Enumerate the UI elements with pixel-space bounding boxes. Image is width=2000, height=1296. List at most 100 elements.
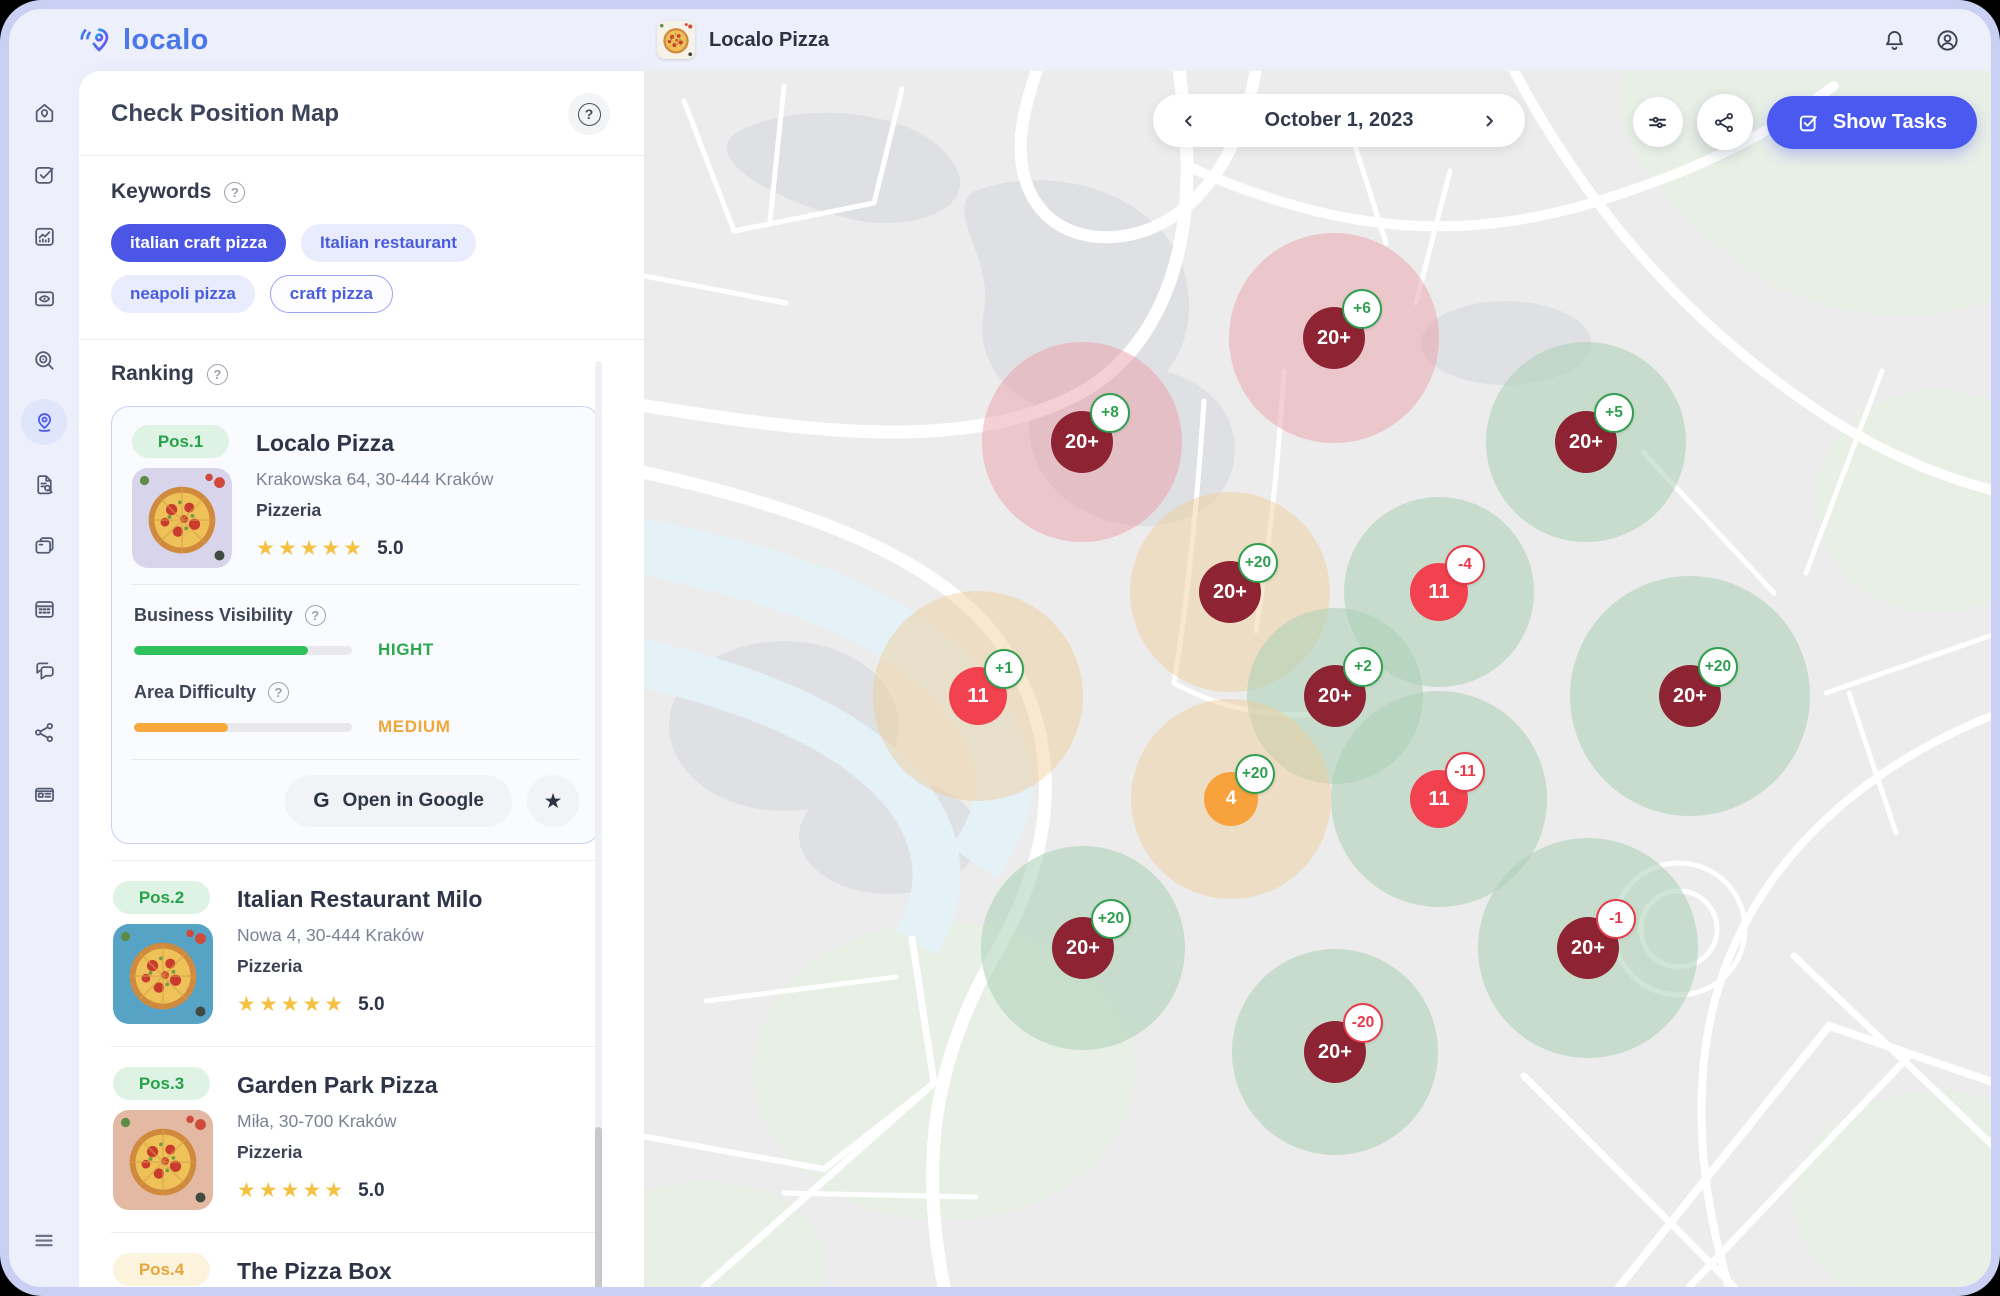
ranking-item-address: Krakowska 64, 30-444 Kraków (256, 469, 579, 490)
page-help-icon[interactable] (568, 93, 610, 135)
map-marker-13[interactable]: 20+-20 (1304, 1021, 1366, 1083)
ranking-item-name: Localo Pizza (256, 430, 579, 457)
marker-position-value: 20+ (1065, 431, 1099, 454)
marker-delta-badge: -1 (1596, 899, 1636, 939)
business-header: Localo Pizza (657, 9, 829, 71)
main-content: Check Position Map Keywords italian craf… (9, 71, 1991, 1287)
map-marker-8[interactable]: 20++20 (1659, 665, 1721, 727)
marker-delta-badge: +20 (1698, 647, 1738, 687)
page-title: Check Position Map (111, 100, 339, 128)
sidebar-item-citations[interactable] (21, 771, 67, 817)
ranking-item-3[interactable]: Pos.3Garden Park PizzaMiła, 30-700 Krakó… (111, 1046, 600, 1232)
keyword-chip-1[interactable]: italian craft pizza (111, 224, 286, 262)
open-in-google-button[interactable]: GOpen in Google (285, 775, 512, 827)
menu-button[interactable] (21, 1217, 67, 1263)
filter-button[interactable] (1633, 97, 1683, 147)
visibility-icon (32, 286, 57, 311)
sidebar-item-posts[interactable] (21, 523, 67, 569)
map-actions: Show Tasks (1633, 94, 1977, 150)
star-rating-icons: ★★★★★ (237, 992, 346, 1017)
map-marker-1[interactable]: 20++6 (1303, 307, 1365, 369)
position-badge: Pos.3 (113, 1067, 210, 1100)
sidebar-item-tasks[interactable] (21, 151, 67, 197)
map-marker-5[interactable]: 11-4 (1410, 563, 1468, 621)
ranking-item-category: Pizzeria (256, 500, 579, 521)
sidebar-item-visibility[interactable] (21, 275, 67, 321)
keyword-research-icon (32, 348, 57, 373)
rating-value: 5.0 (358, 994, 384, 1016)
panel-scrollbar-thumb[interactable] (595, 1127, 602, 1287)
marker-delta-badge: -4 (1445, 545, 1485, 585)
marker-position-value: 20+ (1066, 937, 1100, 960)
marker-position-value: 20+ (1569, 431, 1603, 454)
date-label: October 1, 2023 (1265, 109, 1414, 132)
marker-position-value: 20+ (1673, 685, 1707, 708)
map-marker-10[interactable]: 11-11 (1410, 770, 1468, 828)
checkbox-icon (1797, 111, 1820, 134)
ranking-item-1[interactable]: Pos.1 Localo Pizza Krakowska 64, 30-444 Kr… (111, 406, 600, 844)
map-marker-3[interactable]: 20++5 (1555, 411, 1617, 473)
menu-icon (31, 1227, 57, 1253)
rating-row: ★★★★★ 5.0 (237, 992, 598, 1017)
keyword-chip-3[interactable]: neapoli pizza (111, 275, 255, 313)
position-badge: Pos.1 (132, 425, 229, 458)
prev-date-button[interactable] (1177, 109, 1201, 133)
sidebar-item-share[interactable] (21, 709, 67, 755)
map-marker-4[interactable]: 20++20 (1199, 561, 1261, 623)
map-marker-11[interactable]: 20++20 (1052, 917, 1114, 979)
visibility-bar (134, 646, 352, 655)
app-logo[interactable]: localo (77, 9, 209, 71)
map-marker-7[interactable]: 20++2 (1304, 665, 1366, 727)
ranking-item-4[interactable]: Pos.4The Pizza BoxAddress (111, 1232, 600, 1287)
posts-icon (32, 534, 57, 559)
sidebar-item-position-map[interactable] (21, 399, 67, 445)
rating-row: ★★★★★5.0 (237, 1178, 598, 1203)
keywords-help-icon[interactable] (224, 182, 245, 203)
marker-position-value: 20+ (1318, 685, 1352, 708)
position-badge: Pos.2 (113, 881, 210, 914)
map-marker-12[interactable]: 20+-1 (1557, 917, 1619, 979)
localo-pin-icon (77, 22, 114, 59)
rating-value: 5.0 (377, 538, 403, 560)
ranking-list: Pos.1 Localo Pizza Krakowska 64, 30-444 Kr… (111, 406, 600, 1287)
ranking-item-2[interactable]: Pos.2Italian Restaurant MiloNowa 4, 30-4… (111, 860, 600, 1046)
show-tasks-button[interactable]: Show Tasks (1767, 96, 1977, 149)
favorite-button[interactable]: ★ (527, 775, 579, 827)
sidebar-item-stats[interactable] (21, 213, 67, 259)
marker-delta-badge: -20 (1343, 1003, 1383, 1043)
difficulty-help-icon[interactable] (268, 682, 289, 703)
marker-delta-badge: +5 (1594, 393, 1634, 433)
stats-icon (32, 224, 57, 249)
ranking-help-icon[interactable] (207, 364, 228, 385)
marker-delta-badge: +1 (984, 649, 1024, 689)
map-marker-9[interactable]: 4+20 (1204, 772, 1258, 826)
keywords-label: Keywords (111, 180, 211, 204)
notifications-button[interactable] (1881, 27, 1908, 54)
ranking-label: Ranking (111, 362, 194, 386)
keyword-chip-4[interactable]: craft pizza (270, 275, 393, 313)
sidebar-item-calendar[interactable] (21, 585, 67, 631)
share-button[interactable] (1697, 94, 1753, 150)
marker-position-value: 11 (1428, 788, 1449, 811)
keyword-chip-2[interactable]: Italian restaurant (301, 224, 476, 262)
ranking-item-address: Nowa 4, 30-444 Kraków (237, 925, 598, 946)
marker-delta-badge: +8 (1090, 393, 1130, 433)
business-thumbnail (113, 924, 213, 1024)
bell-icon (1881, 27, 1908, 54)
marker-position-value: 11 (1428, 581, 1449, 604)
sidebar-item-audit[interactable] (21, 461, 67, 507)
map-marker-6[interactable]: 11+1 (949, 667, 1007, 725)
sidebar-item-home[interactable] (21, 89, 67, 135)
visibility-help-icon[interactable] (305, 605, 326, 626)
business-avatar (657, 21, 695, 59)
logo-text: localo (123, 24, 209, 57)
share-icon (32, 720, 57, 745)
sidebar-item-keyword-research[interactable] (21, 337, 67, 383)
map-area: 20++620++820++520++2011-411+120++220++20… (644, 71, 1991, 1287)
map-marker-2[interactable]: 20++8 (1051, 411, 1113, 473)
marker-position-value: 20+ (1571, 937, 1605, 960)
sidebar-item-reviews[interactable] (21, 647, 67, 693)
marker-delta-badge: +20 (1238, 543, 1278, 583)
next-date-button[interactable] (1477, 109, 1501, 133)
account-button[interactable] (1934, 27, 1961, 54)
